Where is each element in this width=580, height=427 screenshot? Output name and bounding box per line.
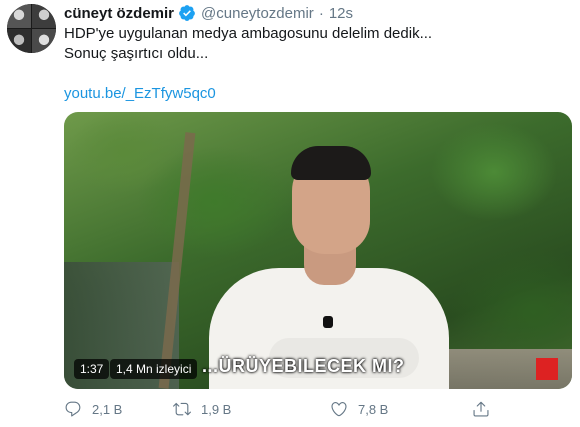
avatar-photo-1 <box>7 4 31 28</box>
reply-button[interactable]: 2,1 B <box>64 400 122 418</box>
video-view-count: 1,4 Mn izleyici <box>110 359 198 379</box>
tweet-timestamp[interactable]: 12s <box>329 5 353 22</box>
share-button[interactable] <box>472 400 500 418</box>
share-icon <box>473 401 489 417</box>
author-handle[interactable]: @cuneytozdemir <box>201 5 314 22</box>
tweet-link[interactable]: youtu.be/_EzTfyw5qc0 <box>64 84 216 104</box>
avatar[interactable] <box>7 4 56 53</box>
verified-badge-icon <box>179 5 195 21</box>
reply-count: 2,1 B <box>92 401 123 417</box>
microphone <box>323 316 333 328</box>
video-player[interactable]: ...ÜRÜYEBILECEK MI? 1:37 1,4 Mn izleyici <box>64 112 572 389</box>
like-button[interactable]: 7,8 B <box>330 400 388 418</box>
like-icon <box>331 402 347 417</box>
avatar-photo-4 <box>32 29 56 53</box>
reply-icon <box>65 401 81 417</box>
tweet-text: HDP'ye uygulanan medya ambagosunu deleli… <box>64 25 433 62</box>
video-caption: ...ÜRÜYEBILECEK MI? <box>202 356 405 376</box>
retweet-button[interactable]: 1,9 B <box>173 400 231 418</box>
video-person <box>209 140 449 389</box>
retweet-count: 1,9 B <box>201 401 232 417</box>
author-name[interactable]: cüneyt özdemir <box>64 5 174 22</box>
channel-logo <box>536 358 558 380</box>
avatar-photo-3 <box>7 29 31 53</box>
person-hair <box>291 146 371 180</box>
video-duration: 1:37 <box>74 359 110 379</box>
tweet-header: cüneyt özdemir @cuneytozdemir · 12s <box>64 3 353 23</box>
header-separator: · <box>318 4 324 22</box>
avatar-photo-2 <box>32 4 56 28</box>
tweet-actions: 2,1 B 1,9 B 7,8 B <box>64 400 489 422</box>
like-count: 7,8 B <box>358 401 389 417</box>
retweet-icon <box>173 402 191 416</box>
